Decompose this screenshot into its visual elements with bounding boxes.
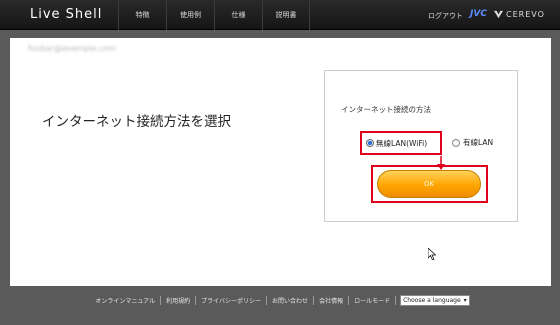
footer: オンラインマニュアル 利用規約 プライバシーポリシー お問い合わせ 会社情報 ロ… bbox=[0, 293, 560, 307]
top-header: Live Shell 特徴 使用例 仕様 説明書 ログアウト JVC CEREV… bbox=[0, 0, 560, 30]
ok-button[interactable]: OK bbox=[377, 170, 481, 198]
jvc-logo: JVC bbox=[470, 9, 487, 19]
nav-features[interactable]: 特徴 bbox=[118, 0, 166, 30]
footer-terms[interactable]: 利用規約 bbox=[161, 295, 197, 305]
nav-use-cases[interactable]: 使用例 bbox=[166, 0, 214, 30]
page-title: インターネット接続方法を選択 bbox=[42, 114, 231, 130]
radio-selected-icon[interactable] bbox=[366, 139, 374, 147]
footer-role-mode[interactable]: ロールモード bbox=[349, 295, 397, 305]
account-email: foobar@example.com bbox=[28, 44, 116, 53]
cerevo-mark-icon bbox=[494, 10, 503, 19]
radio-wifi[interactable]: 無線LAN(WiFi) bbox=[360, 131, 442, 155]
language-select-value: Choose a language bbox=[403, 296, 461, 304]
footer-contact[interactable]: お問い合わせ bbox=[267, 295, 315, 305]
cerevo-logo: CEREVO bbox=[494, 10, 545, 19]
logout-link[interactable]: ログアウト bbox=[428, 11, 463, 21]
footer-privacy[interactable]: プライバシーポリシー bbox=[196, 295, 268, 305]
language-select[interactable]: Choose a language ▾ bbox=[400, 294, 470, 306]
cerevo-text: CEREVO bbox=[506, 10, 545, 19]
connection-method-label: インターネット接続の方法 bbox=[341, 105, 431, 114]
radio-wired-lan[interactable]: 有線LAN bbox=[452, 137, 493, 148]
radio-wifi-label: 無線LAN(WiFi) bbox=[376, 138, 428, 148]
footer-company[interactable]: 会社情報 bbox=[314, 295, 350, 305]
mouse-cursor-icon bbox=[428, 248, 436, 260]
footer-online-manual[interactable]: オンラインマニュアル bbox=[90, 295, 162, 305]
chevron-down-icon: ▾ bbox=[463, 296, 467, 304]
app-logo[interactable]: Live Shell bbox=[30, 7, 102, 22]
radio-unselected-icon[interactable] bbox=[452, 138, 460, 147]
main-nav: 特徴 使用例 仕様 説明書 bbox=[118, 0, 310, 30]
nav-manual[interactable]: 説明書 bbox=[262, 0, 310, 30]
radio-wired-lan-label: 有線LAN bbox=[463, 138, 494, 147]
nav-specs[interactable]: 仕様 bbox=[214, 0, 262, 30]
